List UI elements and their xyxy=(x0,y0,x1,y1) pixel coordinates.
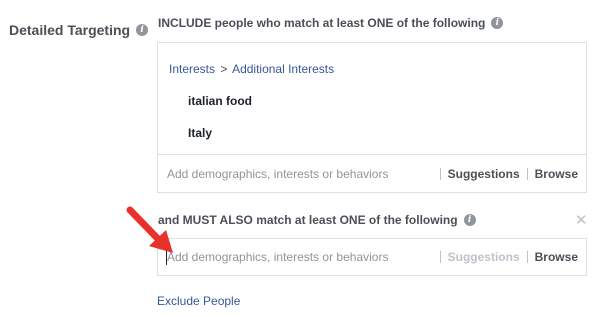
detailed-targeting-title: Detailed Targeting xyxy=(9,22,131,38)
close-icon[interactable]: ✕ xyxy=(575,211,588,229)
targeting-tag-italian-food[interactable]: italian food xyxy=(188,94,252,108)
include-search-input[interactable] xyxy=(158,163,440,184)
annotation-arrow-icon xyxy=(126,206,173,253)
exclude-people-link[interactable]: Exclude People xyxy=(157,294,240,308)
must-also-search-input[interactable] xyxy=(158,247,440,267)
detailed-targeting-label: Detailed Targeting i xyxy=(9,22,149,38)
must-also-targeting-box: Suggestions Browse xyxy=(157,238,587,276)
include-header: INCLUDE people who match at least ONE of… xyxy=(158,16,504,30)
browse-button[interactable]: Browse xyxy=(526,251,586,263)
breadcrumb-additional-interests-link[interactable]: Additional Interests xyxy=(232,62,334,76)
must-also-header-text: and MUST ALSO match at least ONE of the … xyxy=(158,213,458,227)
breadcrumb-interests-link[interactable]: Interests xyxy=(169,62,215,76)
breadcrumb: Interests > Additional Interests xyxy=(169,62,334,76)
browse-button[interactable]: Browse xyxy=(526,167,586,180)
detailed-targeting-panel: Detailed Targeting i INCLUDE people who … xyxy=(0,0,593,317)
must-also-header: and MUST ALSO match at least ONE of the … xyxy=(158,213,476,227)
include-header-text: INCLUDE people who match at least ONE of… xyxy=(158,16,486,30)
info-icon[interactable]: i xyxy=(463,214,476,226)
targeting-tag-italy[interactable]: Italy xyxy=(188,126,212,140)
include-targeting-box: Interests > Additional Interests italian… xyxy=(157,42,587,193)
must-also-search-row: Suggestions Browse xyxy=(158,239,586,275)
info-icon[interactable]: i xyxy=(136,24,149,36)
breadcrumb-separator: > xyxy=(220,62,228,76)
info-icon[interactable]: i xyxy=(491,17,504,29)
suggestions-button-disabled[interactable]: Suggestions xyxy=(439,251,527,263)
suggestions-button[interactable]: Suggestions xyxy=(439,167,527,180)
include-search-row: Suggestions Browse xyxy=(158,154,586,192)
